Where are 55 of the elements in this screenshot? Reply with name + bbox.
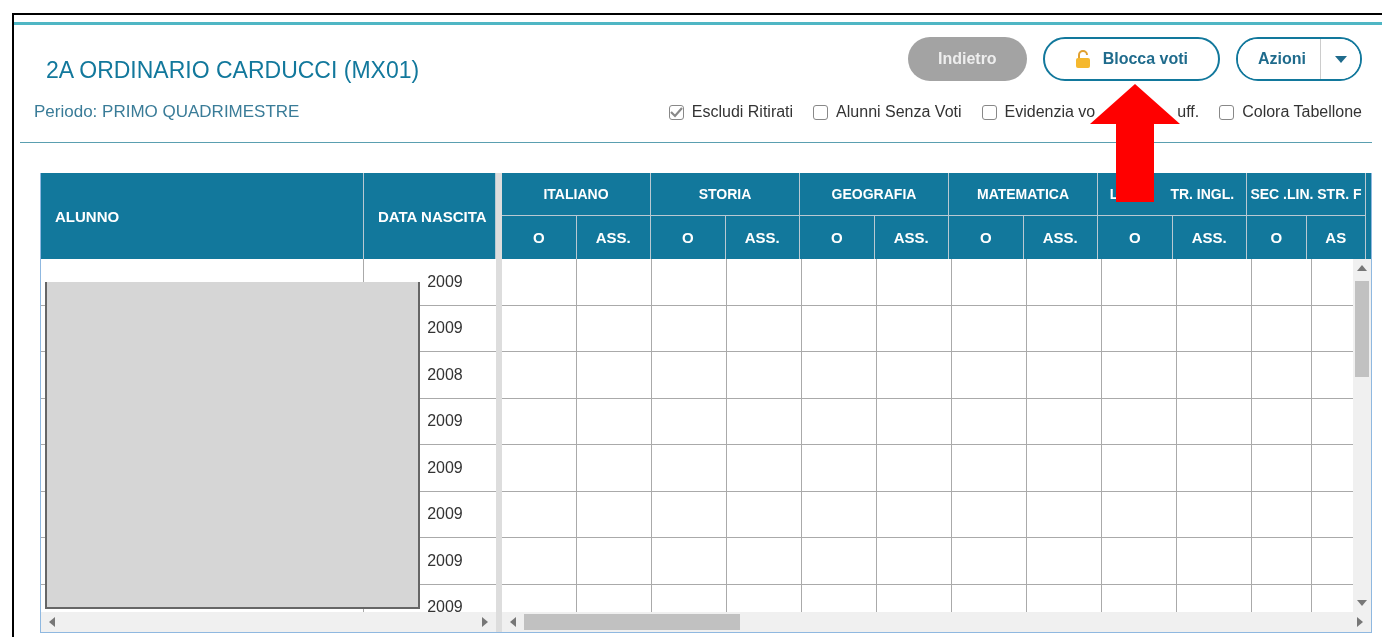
- checkbox[interactable]: [981, 104, 997, 120]
- subcolumn-header: O: [1098, 216, 1173, 259]
- label-text: GEOGRAFIA: [831, 186, 917, 202]
- checkbox[interactable]: [1219, 104, 1235, 120]
- birth-date-cell-text: 2009: [426, 318, 464, 339]
- class-title: 2A ORDINARIO CARDUCCI (MX01): [45, 57, 420, 84]
- scroll-up-icon[interactable]: [1357, 263, 1367, 273]
- birth-date-cell-text: 2009: [426, 411, 464, 432]
- dropdown-button[interactable]: [1320, 39, 1360, 79]
- subcolumn-header: O: [949, 216, 1024, 259]
- subcolumn-header: ASS.: [1041, 228, 1079, 248]
- birth-date-cell-text: 2008: [426, 364, 464, 385]
- label-text: Escludi Ritirati: [691, 103, 794, 121]
- subcolumn-header: AS: [1324, 228, 1348, 248]
- column-header: ALUNNO: [41, 173, 364, 259]
- subcolumn-header: ASS.: [892, 228, 930, 248]
- label-text: Evidenzia vo: [1004, 103, 1096, 121]
- birth-date-cell-text: 2009: [426, 550, 464, 571]
- horizontal-scrollbar[interactable]: [41, 612, 496, 632]
- checkbox[interactable]: [813, 104, 829, 120]
- subcolumn-header: ASS.: [743, 228, 781, 248]
- scroll-down-icon[interactable]: [1357, 598, 1367, 608]
- lock-grades-button[interactable]: Blocca voti: [1042, 37, 1220, 81]
- label-text: STORIA: [698, 186, 752, 202]
- subcolumn-header: O: [800, 216, 875, 259]
- scroll-left-icon[interactable]: [47, 617, 57, 627]
- column-header: DATA NASCITA: [364, 173, 496, 259]
- subcolumn-header: O: [651, 216, 726, 259]
- label-text: SEC .LIN. STR. F: [1250, 186, 1362, 202]
- vertical-scrollbar[interactable]: [1353, 259, 1371, 612]
- scrollbar-thumb[interactable]: [1355, 281, 1369, 377]
- actions-split-button[interactable]: Azioni: [1236, 37, 1362, 81]
- label-text: ITALIANO: [543, 186, 609, 202]
- birth-date-cell-text: 2009: [426, 457, 464, 478]
- subcolumn-header: O: [1247, 216, 1307, 259]
- scroll-right-icon[interactable]: [1355, 617, 1365, 627]
- subcolumn-header: ASS.: [594, 228, 632, 248]
- label-text: MATEMATICA: [977, 186, 1069, 202]
- horizontal-scrollbar[interactable]: [502, 612, 1371, 632]
- scrollbar-thumb[interactable]: [524, 614, 740, 630]
- checkbox[interactable]: [668, 104, 684, 120]
- birth-date-cell-text: 2009: [426, 271, 464, 292]
- label-text: uff.: [1177, 103, 1200, 121]
- padlock-icon: [1074, 50, 1091, 68]
- period-label: Periodo: PRIMO QUADRIMESTRE: [34, 102, 301, 122]
- subcolumn-header: O: [502, 216, 577, 259]
- subcolumn-header: ASS.: [1190, 228, 1228, 248]
- label-text: Colora Tabellone: [1242, 103, 1362, 121]
- birth-date-cell-text: 2009: [426, 504, 464, 525]
- label-text: Alunni Senza Voti: [836, 103, 962, 121]
- label-text: TR. INGL.: [1170, 186, 1235, 202]
- scroll-left-icon[interactable]: [508, 617, 518, 627]
- birth-date-cell-text: 2009: [426, 597, 464, 612]
- scroll-right-icon[interactable]: [480, 617, 490, 627]
- caret-icon: [1334, 55, 1347, 63]
